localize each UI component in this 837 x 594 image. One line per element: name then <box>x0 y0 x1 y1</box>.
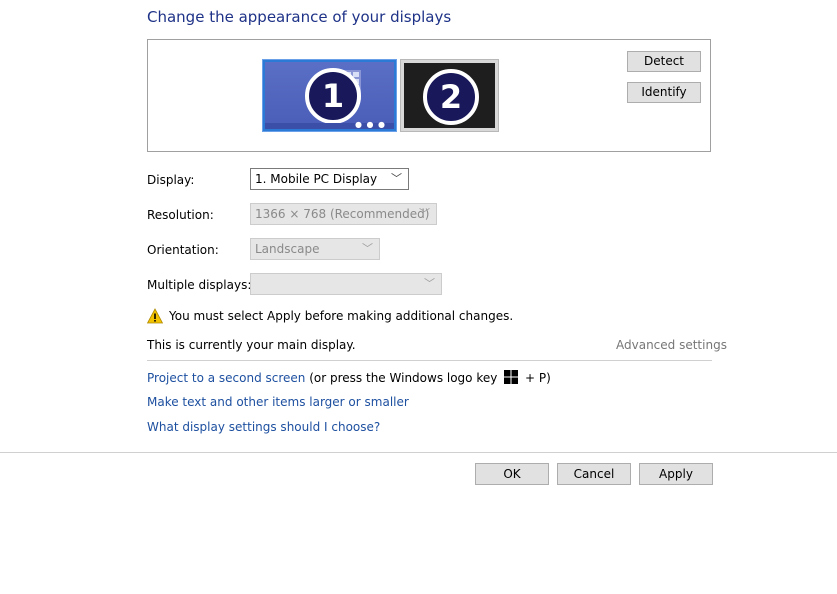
project-second-screen-link[interactable]: Project to a second screen <box>147 371 305 385</box>
main-display-text: This is currently your main display. <box>147 338 356 352</box>
monitor-1-taskbar: ● ● ● <box>265 121 394 129</box>
warning-text: You must select Apply before making addi… <box>169 309 514 323</box>
multiple-displays-label: Multiple displays: <box>147 278 252 292</box>
project-hint-prefix: (or press the Windows logo key <box>309 371 498 385</box>
orientation-select[interactable]: Landscape ﹀ <box>250 238 380 260</box>
display-arrangement-preview: 1 ● ● ● 2 Detect Identify <box>147 39 711 152</box>
detect-button[interactable]: Detect <box>627 51 701 72</box>
orientation-select-value: Landscape <box>255 242 320 256</box>
chevron-down-icon: ﹀ <box>419 207 430 220</box>
page-title: Change the appearance of your displays <box>147 8 452 26</box>
multiple-displays-select[interactable]: ﹀ <box>250 273 442 295</box>
warning-icon <box>147 308 163 324</box>
monitor-2[interactable]: 2 <box>400 59 499 132</box>
monitor-2-number: 2 <box>423 69 479 125</box>
chevron-down-icon: ﹀ <box>362 242 373 255</box>
monitor-1-number: 1 <box>305 68 361 124</box>
monitor-1[interactable]: 1 ● ● ● <box>262 59 397 132</box>
resolution-select-value: 1366 × 768 (Recommended) <box>255 207 430 221</box>
display-select-value: 1. Mobile PC Display <box>255 172 378 186</box>
cancel-button[interactable]: Cancel <box>557 463 631 485</box>
display-select[interactable]: 1. Mobile PC Display ﹀ <box>250 168 409 190</box>
ok-button[interactable]: OK <box>475 463 549 485</box>
divider <box>147 360 712 361</box>
monitor-2-screen: 2 <box>404 63 495 128</box>
footer-divider <box>0 452 837 453</box>
windows-logo-icon <box>504 370 519 384</box>
display-help-link[interactable]: What display settings should I choose? <box>147 420 380 434</box>
chevron-down-icon: ﹀ <box>424 277 435 290</box>
chevron-down-icon: ﹀ <box>391 172 402 185</box>
identify-button[interactable]: Identify <box>627 82 701 103</box>
resolution-select[interactable]: 1366 × 768 (Recommended) ﹀ <box>250 203 437 225</box>
advanced-settings-link[interactable]: Advanced settings <box>616 338 727 352</box>
apply-button[interactable]: Apply <box>639 463 713 485</box>
project-hint-suffix: + P) <box>525 371 551 385</box>
text-size-link[interactable]: Make text and other items larger or smal… <box>147 395 409 409</box>
project-row: Project to a second screen (or press the… <box>147 370 551 385</box>
monitor-1-screen: 1 ● ● ● <box>265 62 394 129</box>
orientation-label: Orientation: <box>147 243 219 257</box>
resolution-label: Resolution: <box>147 208 214 222</box>
display-label: Display: <box>147 173 195 187</box>
